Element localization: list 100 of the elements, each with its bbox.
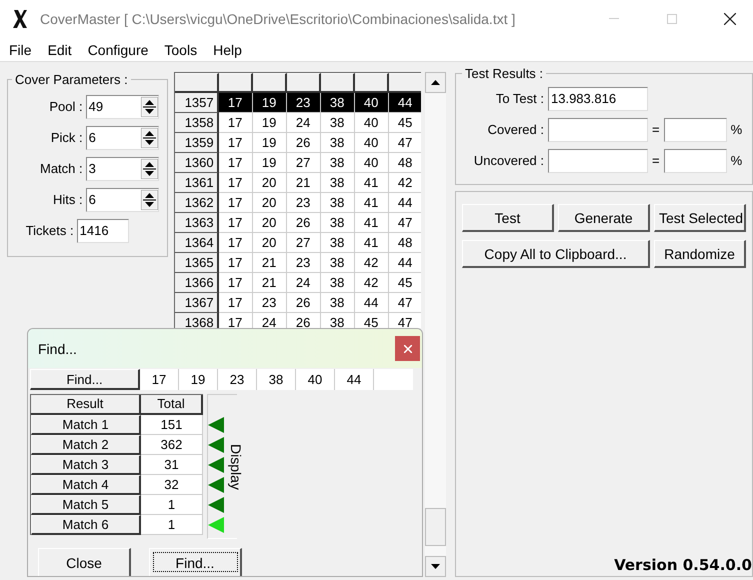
number-cell: 23 bbox=[218, 369, 257, 390]
up-arrow-icon bbox=[431, 80, 440, 85]
row-header[interactable]: Match 6 bbox=[31, 515, 141, 535]
table-cell: 17 bbox=[218, 313, 253, 328]
table-cell: 17 bbox=[218, 193, 253, 213]
menu-item[interactable]: Help bbox=[213, 42, 242, 58]
field-label: Tickets : bbox=[26, 223, 74, 238]
column-header[interactable]: Result bbox=[31, 395, 141, 415]
table-cell: 41 bbox=[354, 193, 389, 213]
table-cell: 20 bbox=[252, 233, 287, 253]
close-icon bbox=[724, 13, 736, 25]
spin-field[interactable]: 6 bbox=[86, 188, 159, 212]
table-cell: 44 bbox=[388, 93, 422, 113]
column-header[interactable]: Total bbox=[141, 395, 203, 415]
group-title: Test Results : bbox=[464, 66, 544, 81]
input-field[interactable] bbox=[548, 148, 648, 172]
row-header[interactable]: Match 3 bbox=[31, 455, 141, 475]
row-header[interactable]: 1360 bbox=[174, 153, 219, 173]
equals-sign: = bbox=[652, 122, 660, 137]
table-cell: 26 bbox=[286, 313, 321, 328]
spinner-arrows-icon[interactable] bbox=[140, 158, 158, 178]
input-field[interactable] bbox=[548, 118, 648, 142]
menu-item[interactable]: File bbox=[9, 42, 32, 58]
input-field[interactable]: 13.983.816 bbox=[548, 86, 648, 110]
column-header[interactable] bbox=[388, 73, 422, 93]
spin-field[interactable]: 49 bbox=[86, 94, 159, 118]
row-header[interactable]: 1364 bbox=[174, 233, 219, 253]
row-header[interactable]: 1362 bbox=[174, 193, 219, 213]
table-cell: 17 bbox=[218, 253, 253, 273]
table-cell: 23 bbox=[286, 193, 321, 213]
table-cell: 24 bbox=[286, 273, 321, 293]
action-button[interactable]: Randomize bbox=[654, 240, 746, 268]
triangle-icon[interactable] bbox=[208, 417, 224, 433]
column-header[interactable] bbox=[320, 73, 355, 93]
number-cell: 17 bbox=[140, 369, 179, 390]
row-header[interactable]: 1363 bbox=[174, 213, 219, 233]
table-cell: 48 bbox=[388, 233, 422, 253]
row-header[interactable]: Match 2 bbox=[31, 435, 141, 455]
scrollbar-thumb[interactable] bbox=[425, 508, 446, 546]
column-header[interactable] bbox=[354, 73, 389, 93]
action-button[interactable]: Generate bbox=[558, 204, 650, 232]
spin-field[interactable]: 6 bbox=[86, 126, 159, 150]
field-label: Pick : bbox=[50, 130, 83, 145]
row-header[interactable]: 1367 bbox=[174, 293, 219, 313]
column-header[interactable] bbox=[252, 73, 287, 93]
input-field[interactable] bbox=[664, 118, 727, 142]
row-header[interactable]: 1359 bbox=[174, 133, 219, 153]
table-cell: 48 bbox=[388, 153, 422, 173]
menu-item[interactable]: Edit bbox=[48, 42, 72, 58]
percent-sign: % bbox=[730, 122, 742, 137]
triangle-icon[interactable] bbox=[208, 437, 224, 453]
table-cell: 32 bbox=[141, 475, 203, 495]
table-cell: 21 bbox=[286, 173, 321, 193]
table-cell: 1 bbox=[141, 515, 203, 535]
spinner-arrows-icon[interactable] bbox=[140, 128, 158, 148]
row-header[interactable]: 1357 bbox=[174, 93, 219, 113]
find-button[interactable]: Find... bbox=[30, 369, 140, 390]
table-cell: 17 bbox=[218, 273, 253, 293]
triangle-icon[interactable] bbox=[208, 457, 224, 473]
number-cell: 44 bbox=[335, 369, 374, 390]
spinner-arrows-icon[interactable] bbox=[140, 190, 158, 210]
table-cell: 17 bbox=[218, 153, 253, 173]
table-cell: 151 bbox=[141, 415, 203, 435]
close-button[interactable]: Close bbox=[38, 548, 131, 576]
triangle-icon[interactable] bbox=[208, 477, 224, 493]
table-cell: 24 bbox=[252, 313, 287, 328]
column-header[interactable] bbox=[286, 73, 321, 93]
number-cell: 40 bbox=[296, 369, 335, 390]
spinner-arrows-icon[interactable] bbox=[140, 96, 158, 116]
row-header[interactable]: Match 5 bbox=[31, 495, 141, 515]
table-cell: 47 bbox=[388, 133, 422, 153]
column-header[interactable] bbox=[174, 73, 219, 93]
row-header[interactable]: 1358 bbox=[174, 113, 219, 133]
menu-item[interactable]: Tools bbox=[164, 42, 198, 58]
action-button[interactable]: Copy All to Clipboard... bbox=[462, 240, 650, 268]
table-cell: 38 bbox=[320, 113, 355, 133]
spin-field[interactable]: 3 bbox=[86, 156, 159, 180]
column-header[interactable] bbox=[218, 73, 253, 93]
table-cell: 38 bbox=[320, 233, 355, 253]
table-cell: 45 bbox=[388, 113, 422, 133]
triangle-icon[interactable] bbox=[208, 497, 224, 513]
number-cell bbox=[374, 369, 413, 390]
row-header[interactable]: 1361 bbox=[174, 173, 219, 193]
scrollbar[interactable] bbox=[425, 72, 446, 577]
menu-item[interactable]: Configure bbox=[88, 42, 148, 58]
row-header[interactable]: Match 1 bbox=[31, 415, 141, 435]
percent-sign: % bbox=[730, 153, 742, 168]
row-header[interactable]: 1365 bbox=[174, 253, 219, 273]
find-button[interactable]: Find... bbox=[149, 548, 242, 576]
input-field[interactable]: 1416 bbox=[76, 218, 129, 242]
row-header[interactable]: Match 4 bbox=[31, 475, 141, 495]
close-button[interactable] bbox=[395, 336, 420, 361]
table-cell: 38 bbox=[320, 293, 355, 313]
row-header[interactable]: 1366 bbox=[174, 273, 219, 293]
table-cell: 19 bbox=[252, 93, 287, 113]
table-cell: 38 bbox=[320, 273, 355, 293]
input-field[interactable] bbox=[664, 148, 727, 172]
action-button[interactable]: Test bbox=[462, 204, 554, 232]
action-button[interactable]: Test Selected bbox=[654, 204, 746, 232]
table-cell: 42 bbox=[354, 273, 389, 293]
